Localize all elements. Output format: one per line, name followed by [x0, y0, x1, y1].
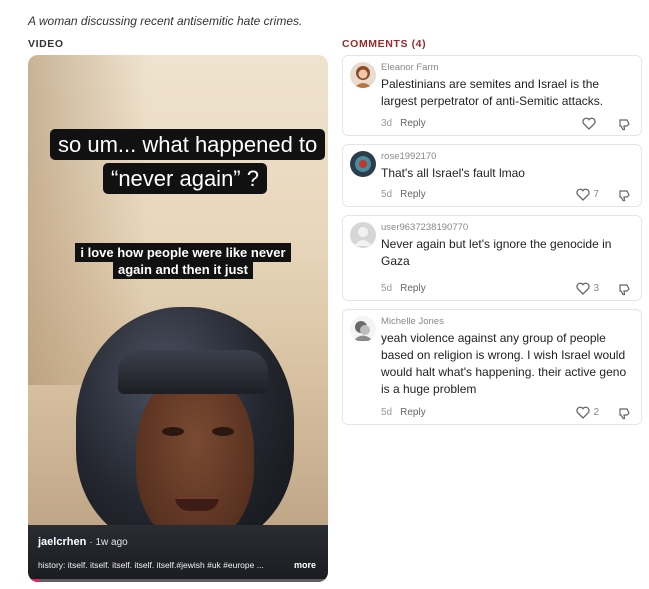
comment-footer: 5d Reply [381, 283, 426, 294]
comment-time: 5d [381, 189, 393, 200]
video-more-link[interactable]: more [294, 560, 316, 570]
dislike-icon[interactable] [618, 407, 631, 420]
avatar[interactable] [350, 151, 376, 177]
comment-username[interactable]: rose1992170 [381, 151, 436, 162]
avatar[interactable] [350, 62, 376, 88]
comment-footer: 5d Reply [381, 189, 426, 200]
video-progress-fill [28, 579, 40, 582]
video-subject-eye [162, 427, 184, 436]
dislike-icon[interactable] [618, 118, 631, 131]
video-caption-overlay: so um... what happened to “never again” … [50, 128, 326, 196]
comment-footer: 3d Reply [381, 118, 426, 129]
comment-card: Michelle Jones yeah violence against any… [342, 309, 642, 425]
comment-username[interactable]: Michelle Jones [381, 316, 444, 327]
video-subject-shirt [28, 525, 328, 582]
video-player[interactable]: so um... what happened to “never again” … [28, 55, 328, 582]
comment-username[interactable]: Eleanor Farm [381, 62, 439, 73]
page-caption: A woman discussing recent antisemitic ha… [28, 14, 303, 28]
comment-text: Palestinians are semites and Israel is t… [381, 77, 604, 108]
video-subtitle-overlay: i love how people were like never again … [68, 243, 298, 279]
comment-text: yeah violence against any group of peopl… [381, 331, 627, 396]
like-button[interactable]: 2 [576, 406, 599, 419]
comments-section-label: COMMENTS (4) [342, 38, 427, 50]
video-subject-eye [212, 427, 234, 436]
like-button[interactable]: 7 [576, 188, 599, 201]
heart-icon [582, 117, 596, 130]
like-count: 2 [593, 407, 599, 418]
avatar[interactable] [350, 222, 376, 248]
like-count: 7 [593, 189, 599, 200]
comment-text: That's all Israel's fault lmao [381, 166, 525, 180]
like-button[interactable] [582, 117, 599, 130]
avatar[interactable] [350, 316, 376, 342]
comment-time: 3d [381, 118, 393, 129]
like-button[interactable]: 3 [576, 282, 599, 295]
reply-button[interactable]: Reply [400, 118, 426, 129]
dislike-icon[interactable] [618, 189, 631, 202]
comment-card: Eleanor Farm Palestinians are semites an… [342, 55, 642, 136]
video-progress-bar[interactable] [28, 579, 328, 582]
reply-button[interactable]: Reply [400, 189, 426, 200]
dislike-icon[interactable] [618, 283, 631, 296]
video-subject-face [136, 373, 254, 543]
comment-time: 5d [381, 283, 393, 294]
video-author[interactable]: jaelcrhen [38, 536, 86, 548]
video-subject-headband [118, 350, 268, 394]
comment-footer: 5d Reply [381, 407, 426, 418]
video-meta: jaelcrhen · 1w ago [38, 536, 128, 548]
comment-time: 5d [381, 407, 393, 418]
like-count: 3 [593, 283, 599, 294]
comment-card: rose1992170 That's all Israel's fault lm… [342, 144, 642, 207]
reply-button[interactable]: Reply [400, 283, 426, 294]
video-section-label: VIDEO [28, 38, 64, 50]
comment-text: Never again but let's ignore the genocid… [381, 237, 612, 268]
comment-card: user9637238190770 Never again but let's … [342, 215, 642, 301]
reply-button[interactable]: Reply [400, 407, 426, 418]
video-description: history: itself. itself. itself. itself.… [38, 560, 264, 570]
heart-icon [576, 282, 591, 295]
video-age: · 1w ago [89, 537, 128, 548]
comment-username[interactable]: user9637238190770 [381, 222, 468, 233]
heart-icon [576, 188, 591, 201]
heart-icon [576, 406, 591, 419]
